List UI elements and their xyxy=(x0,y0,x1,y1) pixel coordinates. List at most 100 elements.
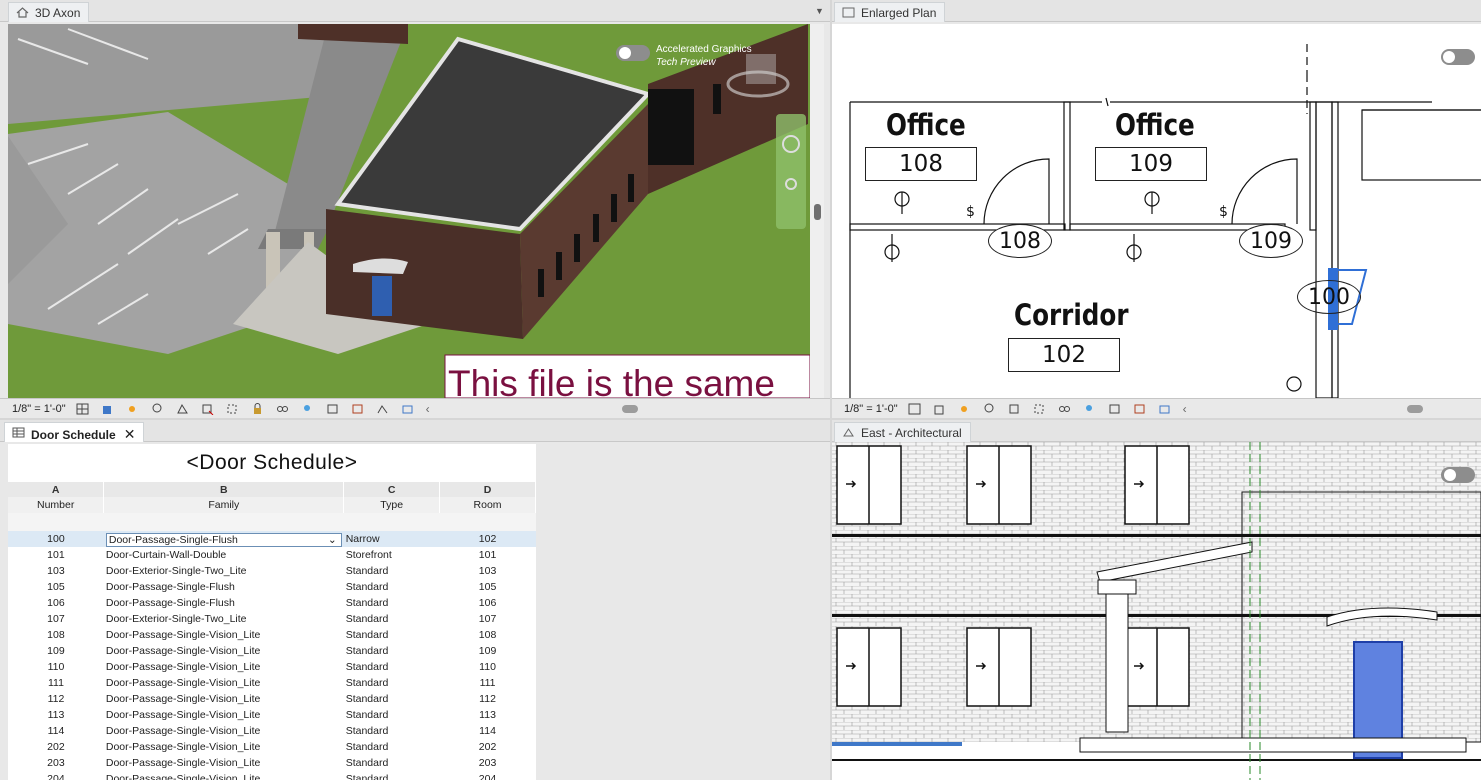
crop-view-icon[interactable] xyxy=(201,403,214,415)
family-cell[interactable]: Door-Exterior-Single-Two_Lite xyxy=(104,611,344,627)
number-cell[interactable]: 106 xyxy=(8,595,104,611)
crop-region-icon[interactable] xyxy=(1033,403,1046,415)
type-cell[interactable]: Standard xyxy=(344,659,440,675)
type-cell[interactable]: Standard xyxy=(344,723,440,739)
family-cell[interactable]: Door-Exterior-Single-Two_Lite xyxy=(104,563,344,579)
temp-hide-icon[interactable] xyxy=(1058,403,1071,415)
axon-hscroll-thumb[interactable] xyxy=(622,405,638,413)
family-cell[interactable]: Door-Passage-Single-Flush ⌄ xyxy=(103,531,344,547)
axon-scale[interactable]: 1/8" = 1'-0" xyxy=(12,403,66,415)
worksharing-icon[interactable] xyxy=(1108,403,1121,415)
door-tag-108[interactable]: 108 xyxy=(988,224,1052,258)
pane-menu-icon[interactable]: ▼ xyxy=(815,6,824,16)
table-row[interactable]: 112 Door-Passage-Single-Vision_Lite Standa… xyxy=(8,691,536,707)
axon-vertical-scrollbar[interactable] xyxy=(810,24,824,398)
family-cell[interactable]: Door-Passage-Single-Vision_Lite xyxy=(104,675,344,691)
type-cell[interactable]: Standard xyxy=(344,755,440,771)
door-tag-100[interactable]: 100 xyxy=(1297,280,1361,314)
detail-level-icon[interactable] xyxy=(76,403,89,415)
door-tag-109[interactable]: 109 xyxy=(1239,224,1303,258)
room-cell[interactable]: 113 xyxy=(440,707,536,723)
show-constraints-icon[interactable] xyxy=(351,403,364,415)
room-cell[interactable]: 109 xyxy=(440,643,536,659)
crop-view-icon[interactable] xyxy=(1008,403,1021,415)
table-row[interactable]: 100 Door-Passage-Single-Flush ⌄ Narrow 102 xyxy=(8,531,536,547)
plan-hscroll-thumb[interactable] xyxy=(1407,405,1423,413)
number-cell[interactable]: 109 xyxy=(8,643,104,659)
number-cell[interactable]: 103 xyxy=(8,563,104,579)
table-row[interactable]: 107 Door-Exterior-Single-Two_Lite Standard… xyxy=(8,611,536,627)
type-cell[interactable]: Standard xyxy=(344,563,440,579)
room-cell[interactable]: 204 xyxy=(440,771,536,780)
room-cell[interactable]: 105 xyxy=(440,579,536,595)
table-row[interactable]: 105 Door-Passage-Single-Flush Standard 105 xyxy=(8,579,536,595)
crop-region-icon[interactable] xyxy=(226,403,239,415)
type-cell[interactable]: Standard xyxy=(344,691,440,707)
family-dropdown[interactable]: Door-Passage-Single-Flush ⌄ xyxy=(105,533,342,547)
table-row[interactable]: 108 Door-Passage-Single-Vision_Lite Standa… xyxy=(8,627,536,643)
worksharing-icon[interactable] xyxy=(326,403,339,415)
tab-east-architectural[interactable]: East - Architectural xyxy=(834,422,971,442)
shadows-icon[interactable] xyxy=(151,403,164,415)
tab-door-schedule[interactable]: Door Schedule ✕ xyxy=(4,422,145,442)
room-cell[interactable]: 102 xyxy=(439,531,536,547)
room-cell[interactable]: 108 xyxy=(440,627,536,643)
plan-graphics-toggle[interactable] xyxy=(1441,49,1475,65)
number-cell[interactable]: 113 xyxy=(8,707,104,723)
room-cell[interactable]: 202 xyxy=(440,739,536,755)
room-cell[interactable]: 114 xyxy=(440,723,536,739)
lock-view-icon[interactable] xyxy=(251,402,264,415)
room-cell[interactable]: 107 xyxy=(440,611,536,627)
family-cell[interactable]: Door-Passage-Single-Flush xyxy=(104,579,344,595)
tab-3d-axon[interactable]: 3D Axon xyxy=(8,2,90,22)
field-header[interactable]: Room xyxy=(439,497,536,513)
type-cell[interactable]: Standard xyxy=(344,611,440,627)
reveal-hidden-icon[interactable] xyxy=(301,403,314,415)
render-icon[interactable] xyxy=(176,403,189,415)
room-cell[interactable]: 103 xyxy=(440,563,536,579)
highlight-displacement-icon[interactable] xyxy=(401,403,414,415)
column-letter[interactable]: D xyxy=(439,482,536,497)
detail-level-icon[interactable] xyxy=(908,403,921,415)
highlight-displacement-icon[interactable] xyxy=(1158,403,1171,415)
tab-enlarged-plan[interactable]: Enlarged Plan xyxy=(834,2,946,22)
room-number-109[interactable]: 109 xyxy=(1095,147,1207,181)
sun-path-icon[interactable] xyxy=(126,403,139,415)
table-row[interactable]: 114 Door-Passage-Single-Vision_Lite Standa… xyxy=(8,723,536,739)
number-cell[interactable]: 114 xyxy=(8,723,104,739)
column-letter[interactable]: A xyxy=(8,482,105,497)
table-row[interactable]: 202 Door-Passage-Single-Vision_Lite Standa… xyxy=(8,739,536,755)
type-cell[interactable]: Standard xyxy=(344,739,440,755)
axon-vscroll-thumb[interactable] xyxy=(814,204,821,220)
number-cell[interactable]: 203 xyxy=(8,755,104,771)
type-cell[interactable]: Standard xyxy=(344,595,440,611)
number-cell[interactable]: 202 xyxy=(8,739,104,755)
table-row[interactable]: 111 Door-Passage-Single-Vision_Lite Standa… xyxy=(8,675,536,691)
type-cell[interactable]: Standard xyxy=(344,675,440,691)
type-cell[interactable]: Standard xyxy=(344,579,440,595)
type-cell[interactable]: Standard xyxy=(344,643,440,659)
type-cell[interactable]: Narrow xyxy=(343,531,440,547)
type-cell[interactable]: Storefront xyxy=(344,547,440,563)
plan-view-pane[interactable]: Enlarged Plan $ $ Office 108 Office 109 … xyxy=(832,0,1481,418)
analytical-model-icon[interactable] xyxy=(376,403,389,415)
show-constraints-icon[interactable] xyxy=(1133,403,1146,415)
number-cell[interactable]: 204 xyxy=(8,771,104,780)
room-cell[interactable]: 110 xyxy=(440,659,536,675)
family-cell[interactable]: Door-Passage-Single-Flush xyxy=(104,595,344,611)
number-cell[interactable]: 108 xyxy=(8,627,104,643)
table-row[interactable]: 204 Door-Passage-Single-Vision_Lite Standa… xyxy=(8,771,536,780)
family-cell[interactable]: Door-Passage-Single-Vision_Lite xyxy=(104,691,344,707)
room-cell[interactable]: 111 xyxy=(440,675,536,691)
type-cell[interactable]: Standard xyxy=(344,771,440,780)
elevation-view-pane[interactable]: East - Architectural xyxy=(832,420,1481,780)
chevron-down-icon[interactable]: ⌄ xyxy=(328,534,337,546)
family-cell[interactable]: Door-Passage-Single-Vision_Lite xyxy=(104,643,344,659)
family-cell[interactable]: Door-Passage-Single-Vision_Lite xyxy=(104,659,344,675)
type-cell[interactable]: Standard xyxy=(344,627,440,643)
room-number-108[interactable]: 108 xyxy=(865,147,977,181)
number-cell[interactable]: 111 xyxy=(8,675,104,691)
room-cell[interactable]: 101 xyxy=(440,547,536,563)
table-row[interactable]: 103 Door-Exterior-Single-Two_Lite Standard… xyxy=(8,563,536,579)
room-cell[interactable]: 112 xyxy=(440,691,536,707)
